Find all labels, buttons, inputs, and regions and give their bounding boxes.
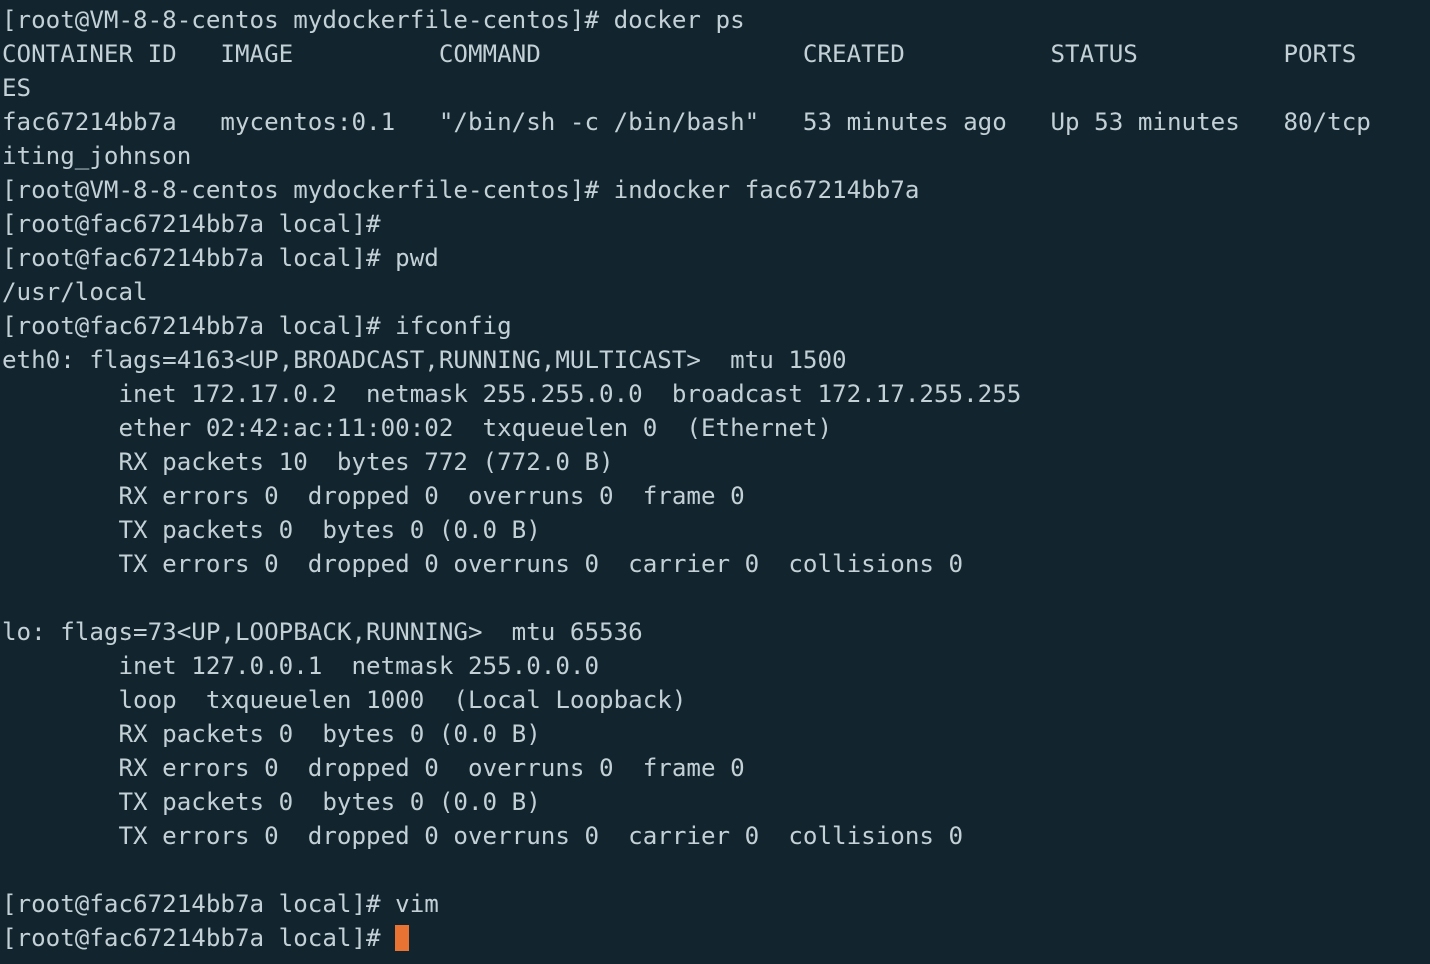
terminal-screen[interactable]: [root@VM-8-8-centos mydockerfile-centos]… xyxy=(0,0,1430,964)
terminal-line: [root@VM-8-8-centos mydockerfile-centos]… xyxy=(2,6,745,34)
terminal-line: [root@fac67214bb7a local]# pwd xyxy=(2,244,439,272)
terminal-line: RX errors 0 dropped 0 overruns 0 frame 0 xyxy=(2,482,745,510)
terminal-line: eth0: flags=4163<UP,BROADCAST,RUNNING,MU… xyxy=(2,346,847,374)
terminal-line: inet 172.17.0.2 netmask 255.255.0.0 broa… xyxy=(2,380,1022,408)
terminal-line: [root@fac67214bb7a local]# ifconfig xyxy=(2,312,512,340)
terminal-line: [root@VM-8-8-centos mydockerfile-centos]… xyxy=(2,176,920,204)
terminal-line: [root@fac67214bb7a local]# xyxy=(2,210,381,238)
terminal-line: fac67214bb7a mycentos:0.1 "/bin/sh -c /b… xyxy=(2,108,1430,136)
terminal-line: TX packets 0 bytes 0 (0.0 B) xyxy=(2,788,541,816)
terminal-cursor[interactable] xyxy=(395,925,410,951)
terminal-line: iting_johnson xyxy=(2,142,192,170)
terminal-prompt-text: [root@fac67214bb7a local]# xyxy=(2,924,396,952)
terminal-line: /usr/local xyxy=(2,278,148,306)
terminal-line: TX packets 0 bytes 0 (0.0 B) xyxy=(2,516,541,544)
terminal-line: CONTAINER ID IMAGE COMMAND CREATED STATU… xyxy=(2,40,1430,68)
terminal-line: loop txqueuelen 1000 (Local Loopback) xyxy=(2,686,687,714)
terminal-line: TX errors 0 dropped 0 overruns 0 carrier… xyxy=(2,550,964,578)
terminal-line: RX errors 0 dropped 0 overruns 0 frame 0 xyxy=(2,754,745,782)
terminal-scrollback: [root@VM-8-8-centos mydockerfile-centos]… xyxy=(0,3,1430,921)
terminal-prompt-line[interactable]: [root@fac67214bb7a local]# xyxy=(0,921,1430,955)
terminal-line: RX packets 0 bytes 0 (0.0 B) xyxy=(2,720,541,748)
terminal-line: [root@fac67214bb7a local]# vim xyxy=(2,890,439,918)
terminal-line: TX errors 0 dropped 0 overruns 0 carrier… xyxy=(2,822,964,850)
terminal-line: inet 127.0.0.1 netmask 255.0.0.0 xyxy=(2,652,600,680)
terminal-line: ES xyxy=(2,74,32,102)
terminal-line: RX packets 10 bytes 772 (772.0 B) xyxy=(2,448,614,476)
terminal-line: lo: flags=73<UP,LOOPBACK,RUNNING> mtu 65… xyxy=(2,618,643,646)
terminal-line: ether 02:42:ac:11:00:02 txqueuelen 0 (Et… xyxy=(2,414,833,442)
